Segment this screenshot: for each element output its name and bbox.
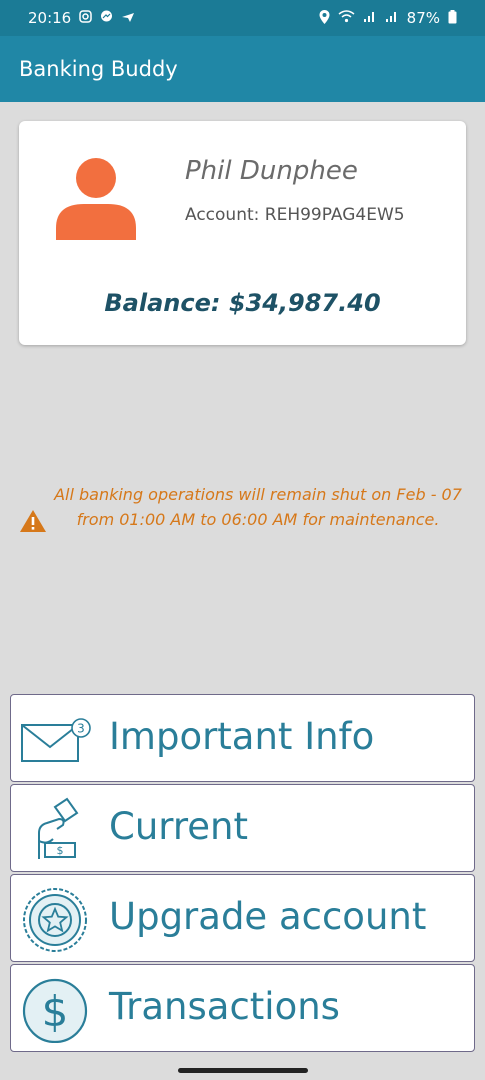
notice-text: All banking operations will remain shut … <box>54 485 462 529</box>
mail-badge-icon: 3 <box>19 707 91 773</box>
upgrade-account-button[interactable]: Upgrade account <box>10 874 475 962</box>
instagram-icon <box>79 10 92 26</box>
transactions-label: Transactions <box>109 985 340 1028</box>
mail-badge-count: 3 <box>77 722 85 736</box>
person-icon <box>56 156 136 240</box>
messenger-icon <box>100 10 113 26</box>
warning-icon <box>19 509 47 533</box>
user-name: Phil Dunphee <box>185 156 358 186</box>
profile-card: Phil Dunphee Account: REH99PAG4EW5 Balan… <box>19 121 466 345</box>
signal-icon-2 <box>385 10 399 26</box>
maintenance-notice: All banking operations will remain shut … <box>0 482 485 562</box>
current-label: Current <box>109 805 248 848</box>
account-balance: Balance: $34,987.40 <box>104 289 381 317</box>
status-bar: 20:16 87% <box>0 0 485 36</box>
airplane-notification-icon <box>121 10 135 26</box>
status-left: 20:16 <box>28 9 135 27</box>
app-title: Banking Buddy <box>19 57 178 81</box>
home-gesture-handle[interactable] <box>178 1068 308 1073</box>
system-nav-bar <box>0 1062 485 1080</box>
dollar-circle-icon: $ <box>19 977 91 1044</box>
current-button[interactable]: $ Current <box>10 784 475 872</box>
transactions-button[interactable]: $ Transactions <box>10 964 475 1052</box>
signal-icon <box>363 10 377 26</box>
battery-icon <box>448 9 457 27</box>
star-seal-icon <box>19 887 91 953</box>
wifi-icon <box>338 10 355 26</box>
account-number: Account: REH99PAG4EW5 <box>185 205 405 225</box>
important-info-label: Important Info <box>109 715 375 758</box>
status-right: 87% <box>319 9 457 27</box>
svg-text:$: $ <box>57 844 64 857</box>
status-time: 20:16 <box>28 9 72 27</box>
location-icon <box>319 9 330 27</box>
deposit-hand-icon: $ <box>19 797 91 863</box>
svg-text:$: $ <box>42 987 69 1036</box>
app-bar: Banking Buddy <box>0 36 485 102</box>
important-info-button[interactable]: 3 Important Info <box>10 694 475 782</box>
upgrade-account-label: Upgrade account <box>109 895 427 938</box>
battery-percent: 87% <box>406 9 440 27</box>
